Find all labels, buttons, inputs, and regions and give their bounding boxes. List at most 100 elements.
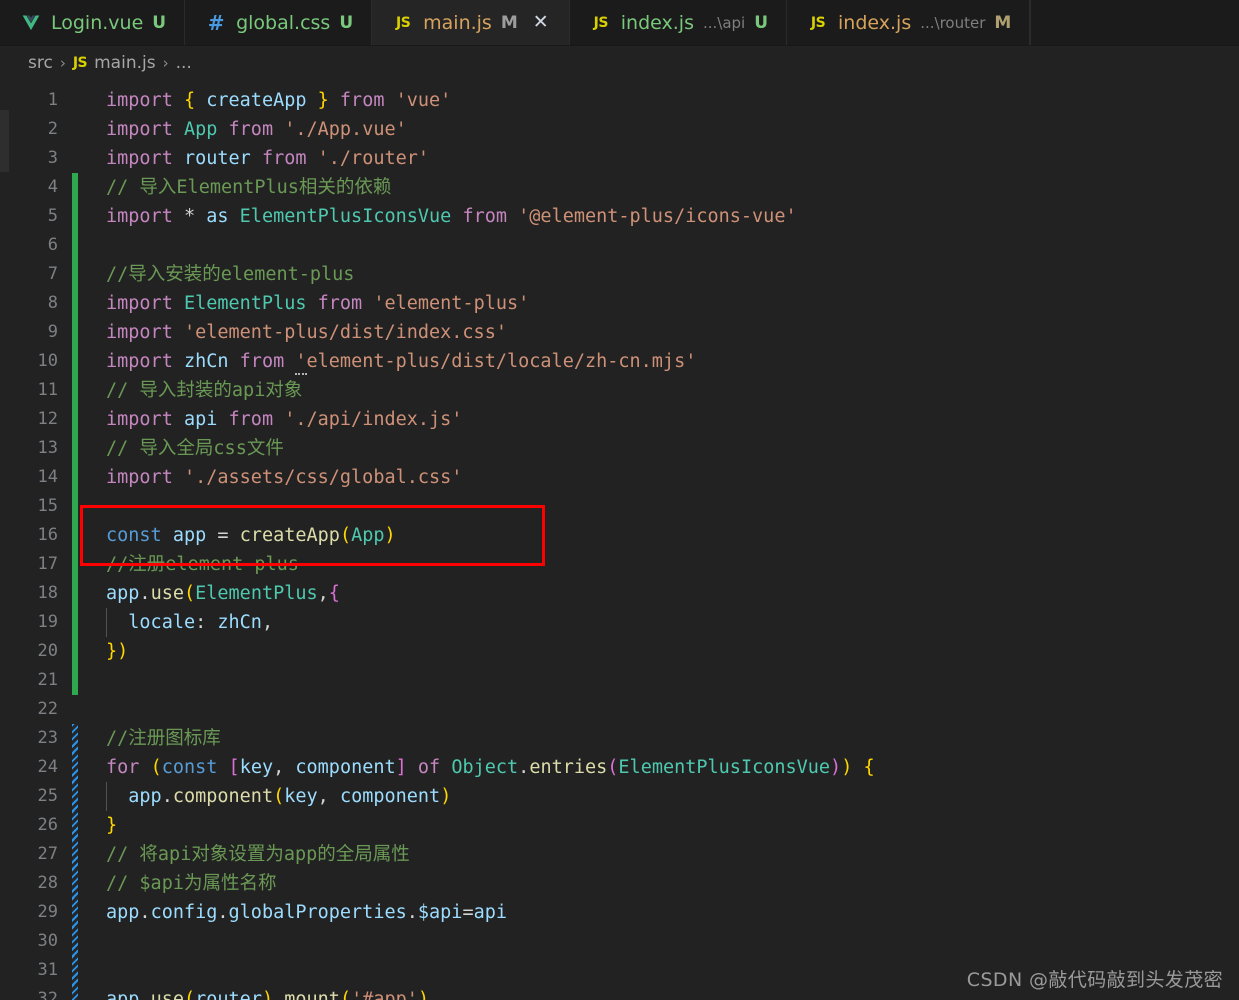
code-line[interactable]: 19 locale: zhCn, bbox=[0, 608, 1239, 638]
line-number: 12 bbox=[37, 409, 58, 429]
code-line[interactable]: 7 //导入安装的element-plus bbox=[0, 260, 1239, 289]
code-line[interactable]: 28 // $api为属性名称 bbox=[0, 869, 1239, 898]
code-line-text: import { createApp } from 'vue' bbox=[106, 90, 452, 111]
line-number: 28 bbox=[37, 873, 58, 893]
close-icon[interactable]: ✕ bbox=[531, 13, 551, 32]
code-line[interactable]: 25 app.component(key, component) bbox=[0, 782, 1239, 812]
code-line[interactable]: 4 // 导入ElementPlus相关的依赖 bbox=[0, 173, 1239, 202]
code-line[interactable]: 14 import './assets/css/global.css' bbox=[0, 463, 1239, 492]
code-line[interactable]: 11 // 导入封装的api对象 bbox=[0, 376, 1239, 405]
line-number: 5 bbox=[47, 206, 58, 226]
gutter-change-indicator bbox=[72, 927, 78, 956]
code-line-text: //注册element-plus bbox=[106, 554, 299, 575]
code-line[interactable]: 22 bbox=[0, 695, 1239, 724]
code-line-text: import ElementPlus from 'element-plus' bbox=[106, 293, 530, 314]
tab-label: Login.vue bbox=[51, 11, 144, 34]
code-line-text: }) bbox=[106, 641, 129, 662]
code-line-text: //导入安装的element-plus bbox=[106, 264, 355, 285]
line-number: 4 bbox=[47, 177, 58, 197]
code-line-text: import App from './App.vue' bbox=[106, 119, 407, 140]
code-line[interactable]: 15 bbox=[0, 492, 1239, 521]
chevron-right-icon: › bbox=[162, 54, 169, 72]
code-line[interactable]: 9 import 'element-plus/dist/index.css' bbox=[0, 318, 1239, 347]
tab-path: ...\router bbox=[920, 13, 986, 32]
tab-bar-empty-space bbox=[1030, 0, 1239, 45]
code-line[interactable]: 2 import App from './App.vue' bbox=[0, 115, 1239, 144]
code-line[interactable]: 30 bbox=[0, 927, 1239, 956]
tab-global-css[interactable]: # global.css U bbox=[185, 0, 373, 45]
line-number: 26 bbox=[37, 815, 58, 835]
tab-status-badge: M bbox=[500, 12, 518, 33]
code-line-text: //注册图标库 bbox=[106, 728, 221, 749]
code-line[interactable]: 8 import ElementPlus from 'element-plus' bbox=[0, 289, 1239, 318]
breadcrumb: src › JS main.js › ... bbox=[0, 46, 1239, 80]
editor-tab-bar: Login.vue U # global.css U JS main.js M … bbox=[0, 0, 1239, 46]
tab-status-badge: U bbox=[754, 12, 769, 33]
line-number: 11 bbox=[37, 380, 58, 400]
line-number: 17 bbox=[37, 554, 58, 574]
code-lines-container: 1 import { createApp } from 'vue' 2 import … bbox=[0, 80, 1239, 1000]
code-line[interactable]: 6 bbox=[0, 231, 1239, 260]
vue-icon bbox=[20, 12, 42, 34]
line-number: 24 bbox=[37, 757, 58, 777]
line-number: 20 bbox=[37, 641, 58, 661]
code-line[interactable]: 27 // 将api对象设置为app的全局属性 bbox=[0, 840, 1239, 869]
line-number: 9 bbox=[47, 322, 58, 342]
gutter-change-indicator bbox=[72, 231, 78, 260]
js-icon: JS bbox=[72, 55, 88, 71]
line-number: 16 bbox=[37, 525, 58, 545]
code-line-text: // $api为属性名称 bbox=[106, 873, 277, 894]
code-line-text: // 导入ElementPlus相关的依赖 bbox=[106, 177, 392, 198]
code-line[interactable]: 12 import api from './api/index.js' bbox=[0, 405, 1239, 434]
tab-main-js[interactable]: JS main.js M ✕ bbox=[372, 0, 570, 45]
code-line[interactable]: 1 import { createApp } from 'vue' bbox=[0, 86, 1239, 115]
code-line[interactable]: 23 //注册图标库 bbox=[0, 724, 1239, 753]
line-number: 25 bbox=[37, 786, 58, 806]
code-line-text: // 将api对象设置为app的全局属性 bbox=[106, 844, 410, 865]
css-hash-icon: # bbox=[207, 10, 225, 35]
tab-label: index.js bbox=[620, 11, 694, 34]
tab-label: index.js bbox=[838, 11, 912, 34]
code-line[interactable]: 3 import router from './router' bbox=[0, 144, 1239, 173]
line-number: 15 bbox=[37, 496, 58, 516]
line-number: 8 bbox=[47, 293, 58, 313]
js-icon: JS bbox=[810, 14, 826, 31]
gutter-change-indicator bbox=[72, 492, 78, 521]
js-icon: JS bbox=[395, 14, 411, 31]
tab-status-badge: U bbox=[152, 12, 167, 33]
code-line[interactable]: 13 // 导入全局css文件 bbox=[0, 434, 1239, 463]
code-line[interactable]: 21 bbox=[0, 666, 1239, 695]
tab-index-js-api[interactable]: JS index.js ...\api U bbox=[569, 0, 788, 45]
code-line-text: for (const [key, component] of Object.en… bbox=[106, 757, 875, 778]
breadcrumb-item-file[interactable]: main.js bbox=[94, 53, 155, 73]
code-line-text: import './assets/css/global.css' bbox=[106, 467, 463, 488]
gutter-change-indicator bbox=[72, 956, 78, 985]
code-line-text: import zhCn from 'element-plus/dist/loca… bbox=[78, 347, 1239, 376]
code-line[interactable]: 18 app.use(ElementPlus,{ bbox=[0, 579, 1239, 608]
code-line[interactable]: 10 import zhCn from 'element-plus/dist/lo… bbox=[0, 347, 1239, 376]
code-line-text: locale: zhCn, bbox=[78, 608, 1239, 638]
breadcrumb-item-src[interactable]: src bbox=[28, 53, 53, 73]
code-line[interactable]: 17 //注册element-plus bbox=[0, 550, 1239, 579]
code-line-text: import api from './api/index.js' bbox=[106, 409, 463, 430]
code-line[interactable]: 26} bbox=[0, 811, 1239, 840]
code-line-text: import 'element-plus/dist/index.css' bbox=[106, 322, 507, 343]
tab-status-badge: M bbox=[994, 12, 1012, 33]
code-line[interactable]: 16 const app = createApp(App) bbox=[0, 521, 1239, 550]
indent-guide bbox=[106, 608, 107, 638]
breadcrumb-item-symbols[interactable]: ... bbox=[176, 53, 192, 73]
chevron-right-icon: › bbox=[59, 54, 66, 72]
js-icon: JS bbox=[593, 14, 609, 31]
line-number: 10 bbox=[37, 351, 58, 371]
code-line-text: app.component(key, component) bbox=[78, 782, 1239, 812]
tab-label: main.js bbox=[423, 11, 492, 34]
code-editor[interactable]: 1 import { createApp } from 'vue' 2 import … bbox=[0, 80, 1239, 1000]
tab-index-js-router[interactable]: JS index.js ...\router M bbox=[787, 0, 1031, 45]
code-line-text: } bbox=[106, 815, 118, 836]
code-line[interactable]: 24 for (const [key, component] of Object.… bbox=[0, 753, 1239, 782]
code-line[interactable]: 29 app.config.globalProperties.$api=api bbox=[0, 898, 1239, 927]
code-line[interactable]: 5 import * as ElementPlusIconsVue from '@… bbox=[0, 202, 1239, 231]
code-line[interactable]: 20}) bbox=[0, 637, 1239, 666]
line-number: 2 bbox=[47, 119, 58, 139]
tab-login-vue[interactable]: Login.vue U bbox=[0, 0, 186, 45]
